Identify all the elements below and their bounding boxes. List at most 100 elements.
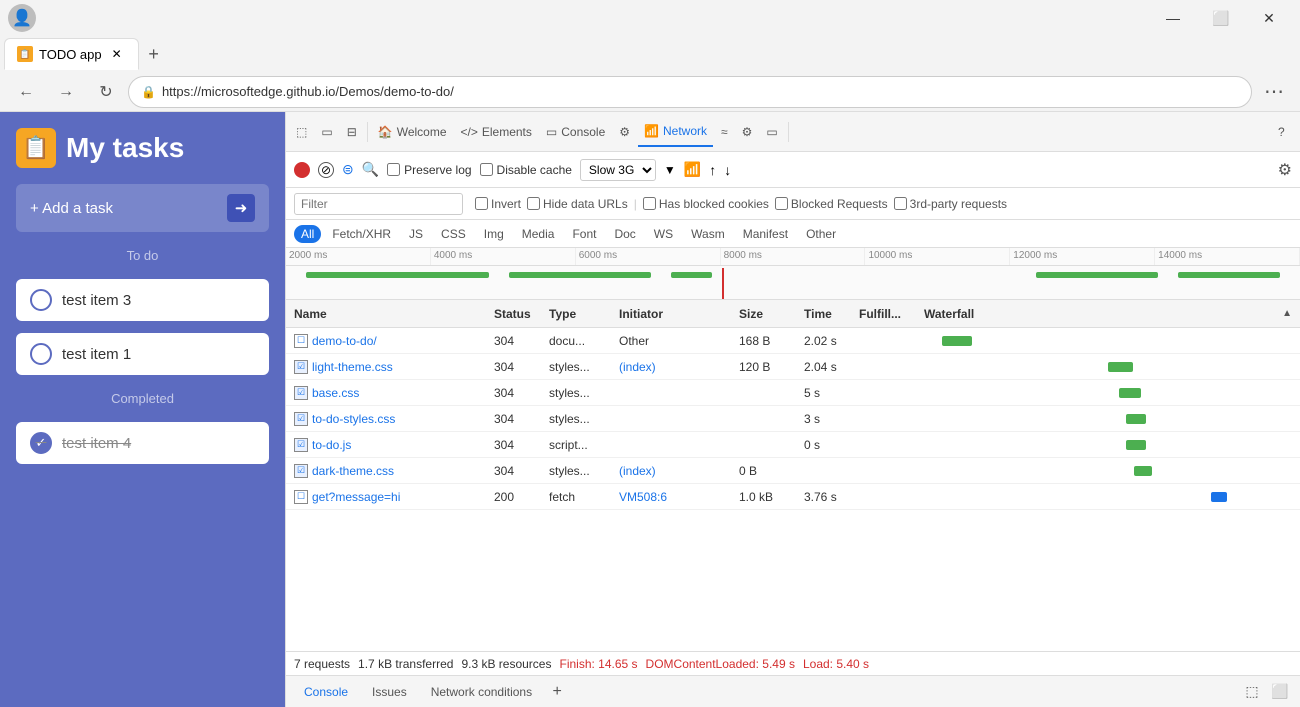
col-header-initiator[interactable]: Initiator [611, 307, 731, 321]
task-checkbox-1[interactable] [30, 289, 52, 311]
cache-icon-button[interactable]: 📶 [684, 161, 701, 178]
file-icon-6: ☑ [294, 464, 308, 478]
restore-button[interactable]: ⬜ [1198, 0, 1244, 36]
back-button[interactable]: ← [8, 76, 44, 108]
blocked-requests-checkbox[interactable] [775, 197, 788, 210]
type-filter-fetch-xhr[interactable]: Fetch/XHR [325, 225, 398, 243]
blocked-cookies-checkbox[interactable] [643, 197, 656, 210]
refresh-button[interactable]: ↻ [88, 76, 124, 108]
type-filter-wasm[interactable]: Wasm [684, 225, 732, 243]
add-task-button[interactable]: + Add a task ➜ [16, 184, 269, 232]
tab-close-button[interactable]: ✕ [108, 45, 126, 63]
col-header-type[interactable]: Type [541, 307, 611, 321]
preserve-log-label[interactable]: Preserve log [387, 163, 471, 177]
throttle-select[interactable]: Slow 3G Fast 3G Online [580, 159, 656, 181]
devtools-more-button[interactable]: ⋯ [1272, 112, 1296, 117]
col-header-fulfill[interactable]: Fulfill... [851, 307, 916, 321]
tab-sidebar-icon[interactable]: ▭ [760, 117, 783, 147]
type-filter-js[interactable]: JS [402, 225, 430, 243]
invert-filter-label[interactable]: Invert [475, 197, 521, 211]
type-filter-media[interactable]: Media [515, 225, 562, 243]
user-avatar[interactable]: 👤 [8, 4, 36, 32]
tab-welcome[interactable]: 🏠 Welcome [372, 117, 453, 147]
row-size-6: 0 B [731, 464, 796, 478]
close-button[interactable]: ✕ [1246, 0, 1292, 36]
table-row[interactable]: ☐ get?message=hi 200 fetch VM508:6 1.0 k… [286, 484, 1300, 510]
row-initiator-6[interactable]: (index) [611, 464, 731, 478]
third-party-checkbox[interactable] [894, 197, 907, 210]
disable-cache-label[interactable]: Disable cache [480, 163, 572, 177]
type-filter-font[interactable]: Font [565, 225, 603, 243]
tab-console[interactable]: ▭ Console [540, 117, 611, 147]
tab-settings-icon[interactable]: ⚙ [736, 117, 759, 147]
table-row[interactable]: ☑ light-theme.css 304 styles... (index) … [286, 354, 1300, 380]
row-status-2: 304 [486, 360, 541, 374]
table-row[interactable]: ☑ to-do-styles.css 304 styles... 3 s [286, 406, 1300, 432]
table-row[interactable]: ☑ to-do.js 304 script... 0 s [286, 432, 1300, 458]
hide-data-urls-label[interactable]: Hide data URLs [527, 197, 628, 211]
preserve-log-checkbox[interactable] [387, 163, 400, 176]
type-filter-all[interactable]: All [294, 225, 321, 243]
tab-performance-icon[interactable]: ⚙ [613, 117, 636, 147]
type-filter-img[interactable]: Img [477, 225, 511, 243]
table-row[interactable]: ☐ demo-to-do/ 304 docu... Other 168 B 2.… [286, 328, 1300, 354]
record-button[interactable] [294, 162, 310, 178]
devtools-help-button[interactable]: ? [1272, 117, 1291, 147]
bottom-tab-issues[interactable]: Issues [362, 681, 417, 703]
undock-button[interactable]: ⬜ [1268, 680, 1292, 704]
row-name-3: ☑ base.css [286, 386, 486, 400]
col-header-status[interactable]: Status [486, 307, 541, 321]
device-emulation-button[interactable]: ▭ [315, 117, 338, 147]
blocked-cookies-label[interactable]: Has blocked cookies [643, 197, 769, 211]
inspect-element-button[interactable]: ⬚ [290, 117, 313, 147]
active-tab[interactable]: 📋 TODO app ✕ [4, 38, 139, 70]
task-item-todo-2[interactable]: test item 1 [16, 333, 269, 375]
download-icon-button[interactable]: ↓ [724, 162, 731, 178]
task-checkbox-3[interactable]: ✓ [30, 432, 52, 454]
url-input[interactable] [162, 84, 1239, 99]
tab-network[interactable]: 📶 Network [638, 117, 713, 147]
upload-icon-button[interactable]: ↑ [709, 162, 716, 178]
row-status-7: 200 [486, 490, 541, 504]
col-header-time[interactable]: Time [796, 307, 851, 321]
table-row[interactable]: ☑ dark-theme.css 304 styles... (index) 0… [286, 458, 1300, 484]
task-item-todo-1[interactable]: test item 3 [16, 279, 269, 321]
minimize-button[interactable]: — [1150, 0, 1196, 36]
table-row[interactable]: ☑ base.css 304 styles... 5 s [286, 380, 1300, 406]
network-settings-icon[interactable]: ⚙ [1278, 160, 1292, 180]
col-header-name[interactable]: Name [286, 307, 486, 321]
task-item-completed-1[interactable]: ✓ test item 4 [16, 422, 269, 464]
forward-button[interactable]: → [48, 76, 84, 108]
bottom-tab-network-conditions[interactable]: Network conditions [421, 681, 542, 703]
bottom-add-tab-button[interactable]: + [546, 681, 568, 703]
row-initiator-2[interactable]: (index) [611, 360, 731, 374]
toggle-panel-button[interactable]: ⊟ [341, 117, 363, 147]
tab-sources-icon[interactable]: ≈ [715, 117, 734, 147]
disable-cache-checkbox[interactable] [480, 163, 493, 176]
bottom-icons: ⬚ ⬜ [1240, 680, 1292, 704]
row-initiator-7[interactable]: VM508:6 [611, 490, 731, 504]
third-party-label[interactable]: 3rd-party requests [894, 197, 1007, 211]
timeline-tick-2: 4000 ms [431, 248, 576, 265]
search-icon[interactable]: 🔍 [362, 161, 379, 178]
invert-checkbox[interactable] [475, 197, 488, 210]
more-options-button[interactable]: ⋯ [1256, 76, 1292, 108]
blocked-requests-label[interactable]: Blocked Requests [775, 197, 888, 211]
type-filter-other[interactable]: Other [799, 225, 843, 243]
filter-input[interactable] [294, 193, 463, 215]
clear-button[interactable]: ⊘ [318, 162, 334, 178]
type-filter-manifest[interactable]: Manifest [736, 225, 795, 243]
new-tab-button[interactable]: + [139, 39, 169, 69]
type-filter-css[interactable]: CSS [434, 225, 473, 243]
type-filter-doc[interactable]: Doc [607, 225, 642, 243]
col-header-size[interactable]: Size [731, 307, 796, 321]
bottom-tab-console[interactable]: Console [294, 681, 358, 703]
device-icon: ▭ [321, 125, 332, 139]
dock-bottom-button[interactable]: ⬚ [1240, 680, 1264, 704]
col-header-waterfall[interactable]: Waterfall ▲ [916, 307, 1300, 321]
task-checkbox-2[interactable] [30, 343, 52, 365]
tab-elements[interactable]: </> Elements [455, 117, 538, 147]
hide-data-urls-checkbox[interactable] [527, 197, 540, 210]
type-filter-ws[interactable]: WS [647, 225, 680, 243]
nav-bar: ← → ↻ 🔒 ⋯ [0, 72, 1300, 112]
